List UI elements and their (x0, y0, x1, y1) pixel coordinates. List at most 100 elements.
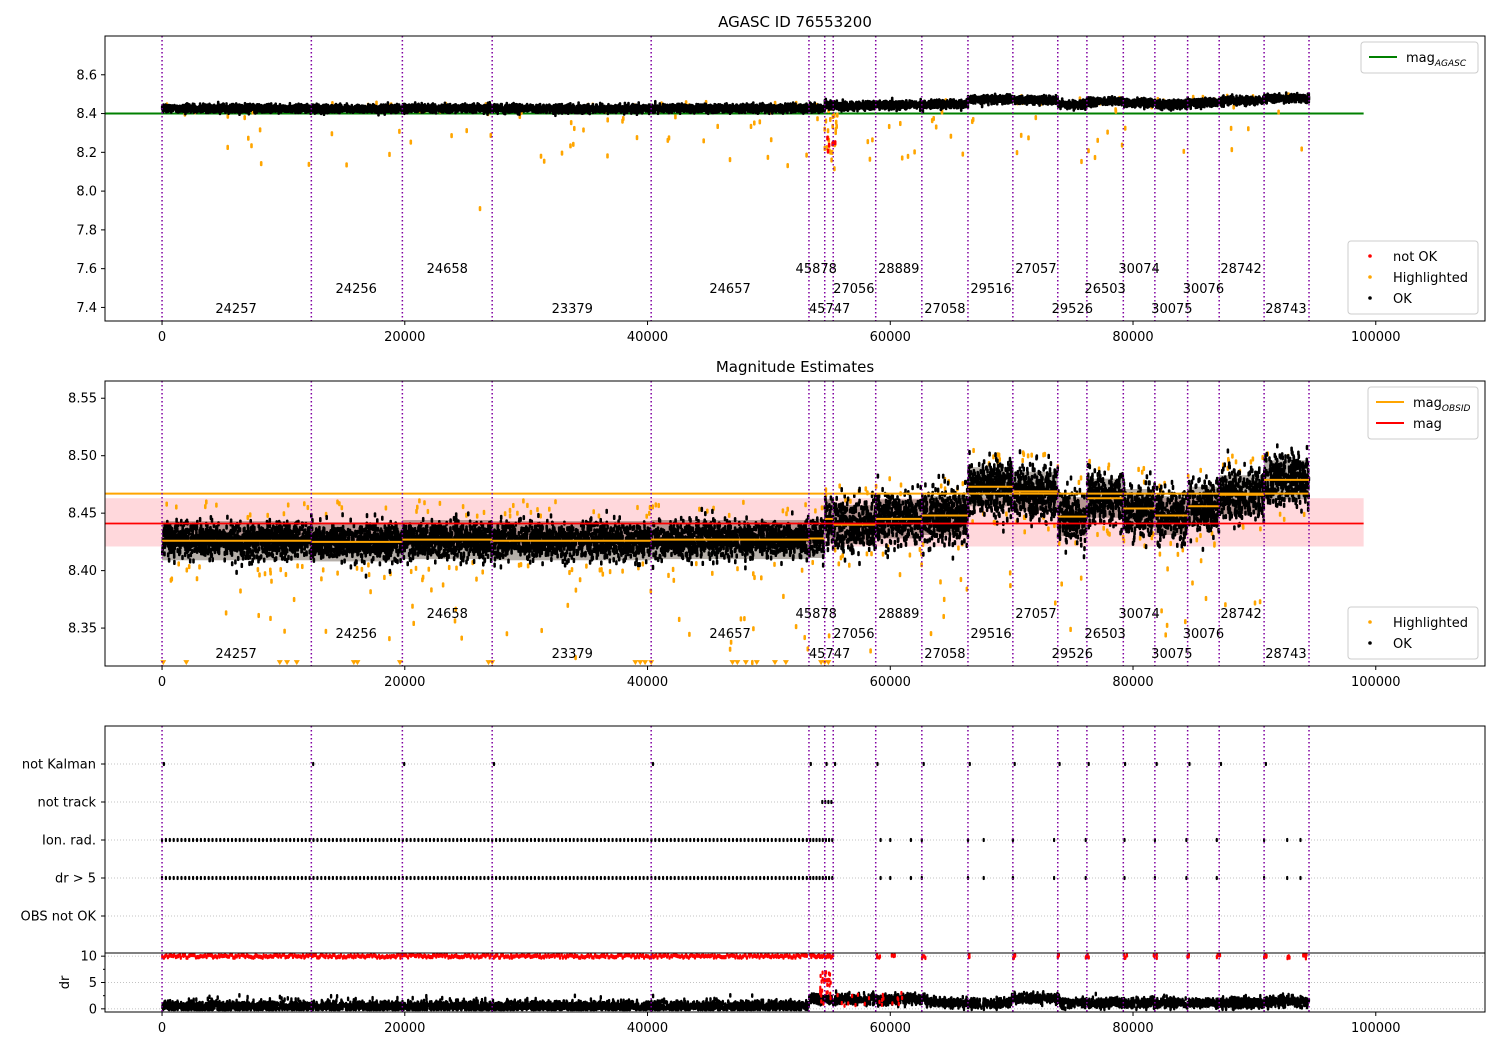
chart_data.1-xtick-label-5: 100000 (1351, 675, 1401, 690)
mag-low-limit-marker (742, 660, 749, 666)
mag-low-limit-marker (632, 660, 639, 666)
p1-legend-lower: not OK Highlighted OK (1347, 240, 1479, 315)
p1-obsid-label: 27058 (924, 302, 965, 317)
mag-low-limit-marker (729, 660, 736, 666)
p3-dr-ytick-label-0: 0 (89, 1002, 97, 1017)
mag-low-limit-marker (771, 660, 778, 666)
p2-obsid-label: 29516 (970, 627, 1011, 642)
p2-ytick-label-3: 8.50 (68, 449, 97, 464)
p2-obsid-label: 27057 (1015, 607, 1056, 622)
chart_data.0-xtick-label-3: 60000 (870, 330, 911, 345)
chart_data.2-xtick-label-0: 0 (158, 1021, 166, 1036)
mag-low-limit-marker (637, 660, 644, 666)
p1-legend-upper-label-sub-0: AGASC (1434, 59, 1467, 69)
p2-legend-lower-handle-0 (1368, 620, 1372, 624)
p1-legend-lower-handle-1 (1368, 275, 1372, 279)
p1-obsid-label: 24256 (336, 282, 377, 297)
p2-legend-upper-label-text-0: mag (1413, 396, 1442, 411)
p1-legend-lower-label-1: Highlighted (1393, 271, 1468, 286)
panel-agasc: AGASC ID 76553200 24257 24256 24658 23379 246… (76, 13, 1486, 345)
dr-axis-label: dr (58, 975, 73, 989)
p2-legend-lower-label-text-0: Highlighted (1393, 616, 1468, 631)
p2-obsid-label: 28742 (1220, 607, 1261, 622)
chart_data.2-xtick-label-4: 80000 (1112, 1021, 1153, 1036)
flag-label-0: not Kalman (22, 758, 96, 773)
p1-legend-upper: magAGASC (1360, 41, 1479, 74)
dr-not-ok-points (161, 952, 1308, 1008)
p2-legend-lower-label-1: OK (1393, 637, 1412, 652)
flag-not-track-markers (821, 799, 833, 805)
chart_data.1-xtick-label-2: 40000 (627, 675, 668, 690)
p3-dr-ytick-label-1: 5 (89, 976, 97, 991)
mag-low-limit-marker (648, 660, 655, 666)
flag-label-4: OBS not OK (21, 910, 97, 925)
p1-legend-lower-label-0: not OK (1393, 250, 1438, 265)
agasc-ok-points (160, 91, 1311, 118)
panel-mag-title: Magnitude Estimates (716, 358, 874, 376)
p2-legend-lower-label-text-1: OK (1393, 637, 1412, 652)
mag-low-limit-marker (489, 660, 496, 666)
p2-legend-lower-handle-1 (1368, 641, 1372, 645)
chart_data.0-xtick-label-2: 40000 (627, 330, 668, 345)
chart_data.0-xtick-label-5: 100000 (1351, 330, 1401, 345)
p2-ytick-label-2: 8.45 (68, 507, 97, 522)
p1-obsid-label: 23379 (552, 302, 593, 317)
p2-obsid-label: 28889 (878, 607, 919, 622)
p1-obsid-label: 30076 (1183, 282, 1224, 297)
p3-dr-ytick-label-2: 10 (80, 950, 97, 965)
p1-obsid-label: 29516 (970, 282, 1011, 297)
mag-low-limit-marker (354, 660, 361, 666)
p1-obsid-label: 30075 (1151, 302, 1192, 317)
p1-obsid-label: 29526 (1052, 302, 1093, 317)
flag-ion-rad-markers (160, 837, 1302, 843)
p1-legend-lower-label-2: OK (1393, 292, 1412, 307)
p2-obsid-label: 24256 (336, 627, 377, 642)
p1-legend-lower-handle-2 (1368, 296, 1372, 300)
p1-obsid-label: 24257 (215, 302, 256, 317)
mag-low-limit-marker (183, 660, 190, 666)
p1-ytick-label-6: 8.6 (76, 68, 97, 83)
panel-flags-frame (104, 725, 1486, 1013)
panel-flags-plot (105, 726, 1485, 1012)
p1-ytick-label-1: 7.6 (76, 262, 97, 277)
p1-ytick-label-4: 8.2 (76, 146, 97, 161)
panel-mag-estimates: Magnitude Estimates242572425624658233792… (68, 358, 1486, 690)
p2-legend-upper-label-text-1: mag (1413, 417, 1442, 432)
chart_data.2-xtick-label-2: 40000 (627, 1021, 668, 1036)
p1-obsid-label: 30074 (1118, 262, 1159, 277)
p1-legend-lower-label-text-2: OK (1393, 292, 1412, 307)
p2-ytick-label-0: 8.35 (68, 622, 97, 637)
p2-ytick-label-4: 8.55 (68, 392, 97, 407)
p1-legend-upper-label-text-0: mag (1406, 51, 1435, 66)
p1-obsid-label: 28742 (1220, 262, 1261, 277)
chart_data.1-xtick-label-1: 20000 (384, 675, 425, 690)
p2-obsid-label: 45747 (809, 647, 850, 662)
mag-low-limit-marker (396, 660, 403, 666)
chart_data.1-xtick-label-0: 0 (158, 675, 166, 690)
chart_data.2-xtick-label-1: 20000 (384, 1021, 425, 1036)
panel-flags: not Kalman not track Ion. rad. dr > 5 OBS no… (21, 725, 1486, 1036)
p2-legend-lower: Highlighted OK (1347, 606, 1479, 660)
p2-obsid-label: 28743 (1265, 647, 1306, 662)
p1-obsid-label: 27057 (1015, 262, 1056, 277)
panel-mag-plot: 24257 24256 24658 23379 24657 45878 45747 27056… (105, 381, 1364, 666)
p1-obsid-label: 26503 (1084, 282, 1125, 297)
p2-ytick-label-1: 8.40 (68, 564, 97, 579)
p1-obsid-label: 45878 (796, 262, 837, 277)
mag-low-limit-marker (284, 660, 291, 666)
p2-obsid-label: 24658 (427, 607, 468, 622)
p1-legend-lower-label-text-0: not OK (1393, 250, 1438, 265)
mag-low-limit-marker (293, 660, 300, 666)
mag-low-limit-marker (753, 660, 760, 666)
p2-legend-lower-label-0: Highlighted (1393, 616, 1468, 631)
p1-obsid-label: 27056 (833, 282, 874, 297)
flag-label-1: not track (37, 796, 96, 811)
chart_data.0-xtick-label-1: 20000 (384, 330, 425, 345)
p1-obsid-label: 28889 (878, 262, 919, 277)
p1-obsid-label: 24657 (709, 282, 750, 297)
p2-obsid-label: 27056 (833, 627, 874, 642)
chart_data.0-xtick-label-4: 80000 (1112, 330, 1153, 345)
panel-agasc-title: AGASC ID 76553200 (718, 13, 872, 31)
p2-obsid-label: 30076 (1183, 627, 1224, 642)
p1-legend-lower-label-text-1: Highlighted (1393, 271, 1468, 286)
